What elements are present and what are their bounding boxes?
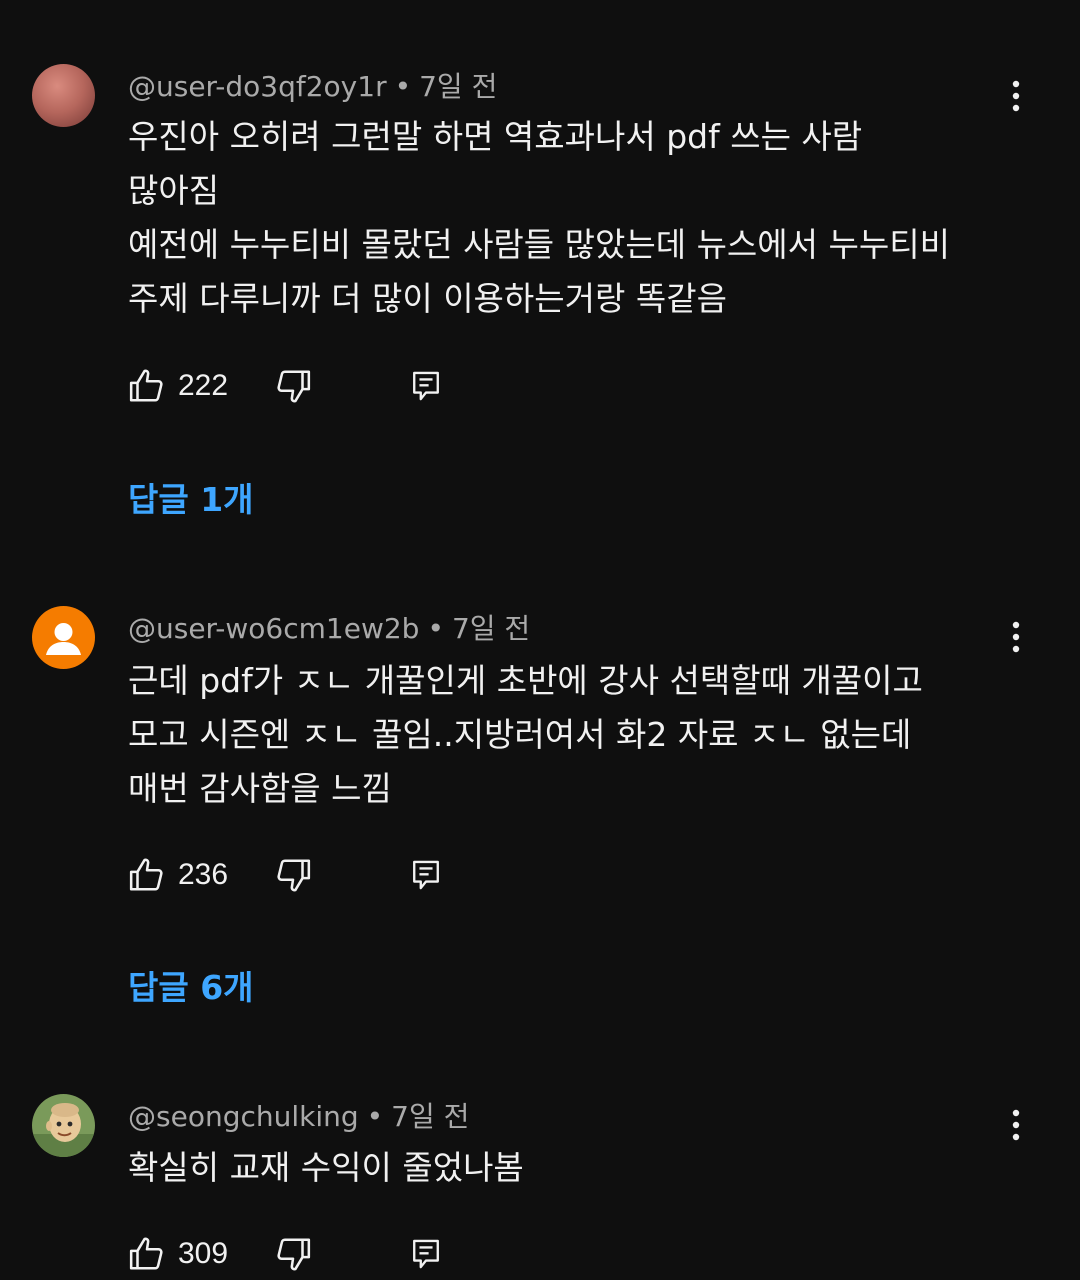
comment-actions: 309 [128,1230,528,1278]
comment-meta: @user-do3qf2oy1r • 7일 전 [128,69,497,105]
view-replies-button[interactable]: 답글 1개 [128,480,254,520]
like-button[interactable]: 309 [128,1230,228,1278]
cartoon-avatar-image [32,1094,95,1157]
comment-actions: 222 [128,362,528,410]
view-replies-button[interactable]: 답글 6개 [128,968,254,1008]
thumbs-down-icon [277,1238,311,1271]
like-button[interactable]: 222 [128,362,228,410]
avatar-image [32,64,95,127]
more-vert-icon [1012,1109,1020,1141]
more-vert-icon [1012,80,1020,112]
dislike-button[interactable] [274,851,312,899]
comment-time: 7일 전 [391,1100,470,1133]
avatar[interactable] [32,64,95,127]
comment-line: 매번 감사함을 느낌 [128,769,392,808]
like-count: 309 [178,1237,229,1270]
comment-time: 7일 전 [451,612,531,645]
reply-icon [413,371,439,401]
comment-line: 근데 pdf가 ㅈㄴ 개꿀인게 초반에 강사 선택할때 개꿀이고 [128,661,923,700]
comment-line: 확실히 교재 수익이 줄었나봄 [128,1148,524,1187]
dislike-button[interactable] [274,1230,312,1278]
reply-icon [413,1239,439,1269]
dislike-button[interactable] [274,362,312,410]
comment-line: 예전에 누누티비 몰랐던 사람들 많았는데 뉴스에서 누누티비 [128,225,950,264]
more-vert-icon [1012,621,1020,653]
thumbs-up-icon [129,369,163,402]
like-count: 236 [178,858,229,891]
thumbs-down-icon [277,859,311,892]
reply-button[interactable] [410,851,442,899]
comment-text: 우진아 오히려 그런말 하면 역효과나서 pdf 쓰는 사람 많아짐 예전에 누… [128,110,1028,326]
reply-icon [413,860,439,890]
thumbs-up-icon [129,1237,163,1270]
avatar[interactable] [32,1094,95,1157]
author-handle[interactable]: @seongchulking [128,1100,359,1133]
comment-time: 7일 전 [419,70,498,103]
meta-separator: • [394,70,412,103]
thumbs-up-icon [129,858,163,891]
comment-text: 근데 pdf가 ㅈㄴ 개꿀인게 초반에 강사 선택할때 개꿀이고 모고 시즌엔 … [128,654,1028,816]
comment-actions: 236 [128,851,528,899]
meta-separator: • [427,612,444,645]
thumbs-down-icon [277,370,311,403]
comment-line: 우진아 오히려 그런말 하면 역효과나서 pdf 쓰는 사람 [128,117,863,156]
meta-separator: • [366,1100,384,1133]
comment-text: 확실히 교재 수익이 줄었나봄 [128,1141,1028,1195]
reply-button[interactable] [410,362,442,410]
avatar[interactable] [32,606,95,669]
default-avatar-icon [32,606,95,669]
reply-button[interactable] [410,1230,442,1278]
author-handle[interactable]: @user-do3qf2oy1r [128,70,387,103]
author-handle[interactable]: @user-wo6cm1ew2b [128,612,419,645]
comment-meta: @seongchulking • 7일 전 [128,1099,469,1135]
like-count: 222 [178,369,229,402]
comment-meta: @user-wo6cm1ew2b • 7일 전 [128,611,530,647]
comment-line: 주제 다루니까 더 많이 이용하는거랑 똑같음 [128,279,727,318]
comment-line: 많아짐 [128,171,220,210]
like-button[interactable]: 236 [128,851,228,899]
comment-line: 모고 시즌엔 ㅈㄴ 꿀임..지방러여서 화2 자료 ㅈㄴ 없는데 [128,715,912,754]
